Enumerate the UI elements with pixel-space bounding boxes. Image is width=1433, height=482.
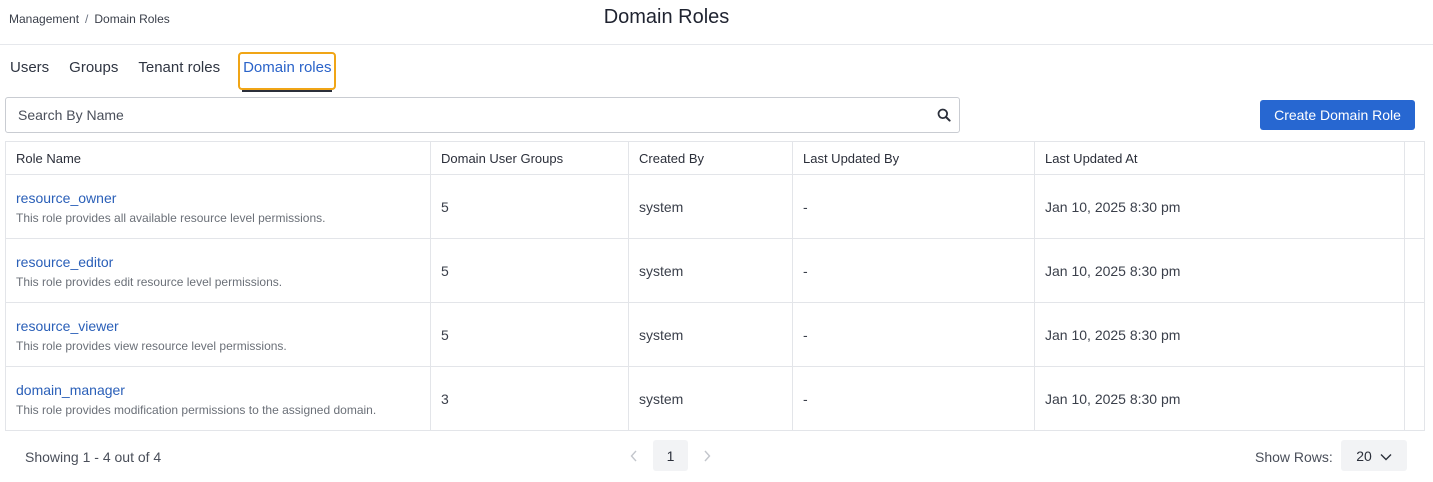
domain-user-groups-cell: 5 bbox=[430, 174, 629, 239]
role-name-link[interactable]: resource_editor bbox=[16, 254, 430, 270]
role-description: This role provides view resource level p… bbox=[16, 339, 287, 353]
search-icon[interactable] bbox=[929, 97, 959, 133]
page-button-1[interactable]: 1 bbox=[653, 440, 688, 471]
column-header-role-name[interactable]: Role Name bbox=[5, 141, 431, 175]
role-name-link[interactable]: resource_owner bbox=[16, 190, 430, 206]
show-rows-label: Show Rows: bbox=[1255, 449, 1333, 465]
chevron-left-icon[interactable] bbox=[625, 447, 643, 465]
created-by-cell: system bbox=[628, 302, 793, 367]
domain-user-groups-cell: 3 bbox=[430, 366, 629, 431]
domain-user-groups-cell: 5 bbox=[430, 238, 629, 303]
rows-per-page-select[interactable]: 20 bbox=[1341, 440, 1407, 471]
spacer-cell bbox=[1404, 238, 1425, 303]
role-description: This role provides modification permissi… bbox=[16, 403, 377, 417]
role-description: This role provides all available resourc… bbox=[16, 211, 326, 225]
role-name-cell: resource_owner This role provides all av… bbox=[5, 174, 431, 239]
last-updated-at-cell: Jan 10, 2025 8:30 pm bbox=[1034, 302, 1405, 367]
created-by-cell: system bbox=[628, 366, 793, 431]
column-header-created-by[interactable]: Created By bbox=[628, 141, 793, 175]
tab-groups[interactable]: Groups bbox=[59, 52, 128, 90]
role-name-cell: resource_viewer This role provides view … bbox=[5, 302, 431, 367]
role-description: This role provides edit resource level p… bbox=[16, 275, 283, 289]
table-row[interactable]: resource_editor This role provides edit … bbox=[5, 238, 1425, 303]
spacer-cell bbox=[1404, 366, 1425, 431]
top-bar: Management / Domain Roles Domain Roles bbox=[0, 0, 1433, 45]
last-updated-by-cell: - bbox=[792, 366, 1035, 431]
last-updated-at-cell: Jan 10, 2025 8:30 pm bbox=[1034, 238, 1405, 303]
last-updated-by-cell: - bbox=[792, 302, 1035, 367]
column-header-last-updated-by[interactable]: Last Updated By bbox=[792, 141, 1035, 175]
table-row[interactable]: resource_viewer This role provides view … bbox=[5, 302, 1425, 367]
last-updated-at-cell: Jan 10, 2025 8:30 pm bbox=[1034, 366, 1405, 431]
tab-tenant-roles[interactable]: Tenant roles bbox=[128, 52, 230, 90]
tab-users[interactable]: Users bbox=[0, 52, 59, 90]
table-row[interactable]: domain_manager This role provides modifi… bbox=[5, 366, 1425, 431]
spacer-cell bbox=[1404, 302, 1425, 367]
chevron-down-icon bbox=[1380, 448, 1392, 464]
role-name-cell: domain_manager This role provides modifi… bbox=[5, 366, 431, 431]
chevron-right-icon[interactable] bbox=[698, 447, 716, 465]
domain-user-groups-cell: 5 bbox=[430, 302, 629, 367]
pagination: 1 bbox=[625, 440, 716, 471]
create-domain-role-button[interactable]: Create Domain Role bbox=[1260, 100, 1415, 130]
column-header-last-updated-at[interactable]: Last Updated At bbox=[1034, 141, 1405, 175]
column-header-spacer bbox=[1404, 141, 1425, 175]
column-header-domain-user-groups[interactable]: Domain User Groups bbox=[430, 141, 629, 175]
created-by-cell: system bbox=[628, 174, 793, 239]
tab-domain-roles[interactable]: Domain roles bbox=[238, 52, 337, 92]
last-updated-by-cell: - bbox=[792, 238, 1035, 303]
rows-per-page-value: 20 bbox=[1356, 447, 1372, 464]
last-updated-by-cell: - bbox=[792, 174, 1035, 239]
role-name-cell: resource_editor This role provides edit … bbox=[5, 238, 431, 303]
roles-table: Role Name Domain User Groups Created By … bbox=[5, 141, 1425, 431]
spacer-cell bbox=[1404, 174, 1425, 239]
last-updated-at-cell: Jan 10, 2025 8:30 pm bbox=[1034, 174, 1405, 239]
pagination-summary: Showing 1 - 4 out of 4 bbox=[25, 449, 162, 465]
tab-bar: Users Groups Tenant roles Domain roles bbox=[0, 52, 337, 92]
created-by-cell: system bbox=[628, 238, 793, 303]
role-name-link[interactable]: domain_manager bbox=[16, 382, 430, 398]
table-row[interactable]: resource_owner This role provides all av… bbox=[5, 174, 1425, 239]
table-header-row: Role Name Domain User Groups Created By … bbox=[5, 141, 1425, 175]
search-input[interactable] bbox=[6, 98, 929, 132]
search-box bbox=[5, 97, 960, 133]
page-title: Domain Roles bbox=[603, 6, 730, 28]
role-name-link[interactable]: resource_viewer bbox=[16, 318, 430, 334]
